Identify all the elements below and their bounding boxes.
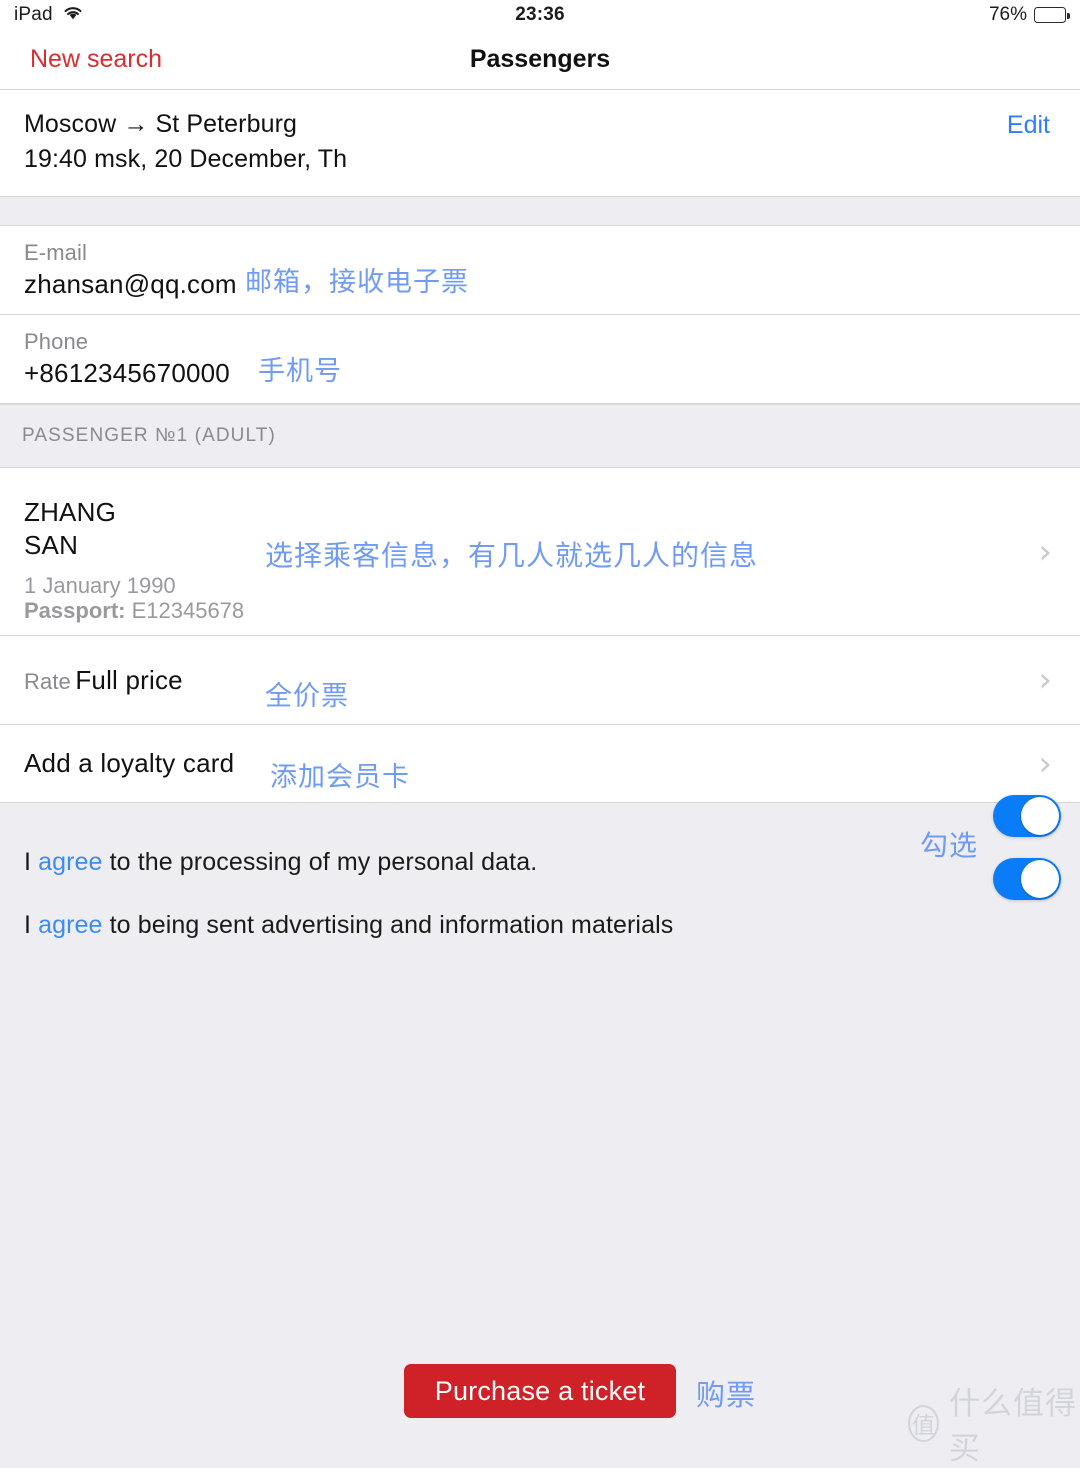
- passenger-birthdate: 1 January 1990: [24, 573, 176, 598]
- agreement-row-personal-data[interactable]: I agree to the processing of my personal…: [0, 831, 1080, 894]
- phone-row[interactable]: Phone +8612345670000 手机号: [0, 315, 1080, 404]
- loyalty-annotation: 添加会员卡: [270, 762, 410, 792]
- agreement-text-advertising: I agree to being sent advertising and in…: [24, 911, 673, 940]
- rate-annotation: 全价票: [265, 681, 349, 711]
- new-search-button[interactable]: New search: [30, 45, 162, 74]
- toggle-advertising[interactable]: [993, 858, 1061, 900]
- purchase-ticket-button[interactable]: Purchase a ticket: [404, 1364, 676, 1418]
- battery-icon: [1034, 7, 1070, 23]
- rate-row[interactable]: Rate Full price 全价票 ›: [0, 636, 1080, 725]
- agreement-suffix: to the processing of my personal data.: [102, 848, 538, 876]
- toggle-personal-data[interactable]: [993, 795, 1061, 837]
- agreements-section: I agree to the processing of my personal…: [0, 803, 1080, 957]
- route-departure: 19:40 msk, 20 December, Th: [24, 145, 348, 173]
- toggle-knob: [1021, 797, 1059, 835]
- passenger-annotation: 选择乘客信息，有几人就选几人的信息: [265, 540, 759, 571]
- chevron-right-icon[interactable]: ›: [1038, 535, 1052, 569]
- passenger-firstname: SAN: [24, 529, 79, 560]
- passenger-surname: ZHANG: [24, 497, 116, 527]
- nav-bar: New search Passengers: [0, 30, 1080, 90]
- chevron-right-icon[interactable]: ›: [1038, 747, 1052, 781]
- email-value[interactable]: zhansan@qq.com: [24, 269, 237, 300]
- phone-label: Phone: [24, 329, 89, 354]
- route-summary: Moscow → St Peterburg 19:40 msk, 20 Dece…: [0, 90, 1080, 196]
- passenger-section-header: PASSENGER №1 (ADULT): [0, 404, 1080, 468]
- agreement-row-advertising[interactable]: I agree to being sent advertising and in…: [0, 894, 1080, 957]
- watermark-logo-icon: 值: [908, 1404, 940, 1442]
- status-bar: iPad 23:36 76%: [0, 0, 1080, 30]
- rate-stack: Rate Full price: [24, 665, 183, 696]
- toggle-knob: [1021, 860, 1059, 898]
- page-title: Passengers: [469, 45, 611, 73]
- loyalty-card-row[interactable]: Add a loyalty card 添加会员卡 ›: [0, 725, 1080, 803]
- agreement-prefix: I: [24, 911, 39, 939]
- passenger-meta: 1 January 1990 Passport: E12345678: [24, 573, 244, 624]
- agree-link[interactable]: agree: [38, 848, 102, 876]
- agreement-prefix: I: [24, 848, 39, 876]
- phone-value[interactable]: +8612345670000: [24, 358, 230, 389]
- phone-stack: Phone +8612345670000: [24, 329, 230, 389]
- route-stations: Moscow → St Peterburg: [24, 110, 298, 138]
- passport-value: E12345678: [125, 598, 245, 624]
- edit-button[interactable]: Edit: [1007, 110, 1050, 140]
- section-spacer: [0, 196, 1080, 226]
- chevron-right-icon[interactable]: ›: [1038, 663, 1052, 697]
- passenger-details: ZHANG SAN 1 January 1990 Passport: E1234…: [24, 496, 244, 624]
- email-row[interactable]: E-mail zhansan@qq.com 邮箱，接收电子票: [0, 226, 1080, 315]
- rate-label: Rate: [24, 668, 71, 694]
- passenger-row[interactable]: ZHANG SAN 1 January 1990 Passport: E1234…: [0, 468, 1080, 636]
- agreement-text-personal-data: I agree to the processing of my personal…: [24, 848, 537, 877]
- status-bar-clock: 23:36: [515, 4, 565, 25]
- purchase-annotation: 购票: [696, 1380, 757, 1412]
- passenger-passport: Passport: E12345678: [24, 598, 244, 623]
- phone-annotation: 手机号: [258, 356, 342, 386]
- email-stack: E-mail zhansan@qq.com: [24, 240, 237, 300]
- loyalty-card-label: Add a loyalty card: [24, 748, 235, 778]
- rate-value: Full price: [75, 664, 183, 695]
- ipad-screen: iPad 23:36 76% New search Passengers Mos…: [0, 0, 1080, 1467]
- email-label: E-mail: [24, 240, 87, 265]
- agree-link[interactable]: agree: [38, 911, 102, 939]
- watermark-text: 什么值得买: [949, 1386, 1078, 1467]
- email-annotation: 邮箱，接收电子票: [245, 267, 469, 297]
- watermark: 值 什么值得买: [908, 1378, 1080, 1468]
- agreement-suffix: to being sent advertising and informatio…: [102, 911, 674, 939]
- route-texts: Moscow → St Peterburg 19:40 msk, 20 Dece…: [24, 110, 347, 174]
- passport-label: Passport:: [24, 598, 126, 624]
- toggles-annotation: 勾选: [920, 830, 979, 861]
